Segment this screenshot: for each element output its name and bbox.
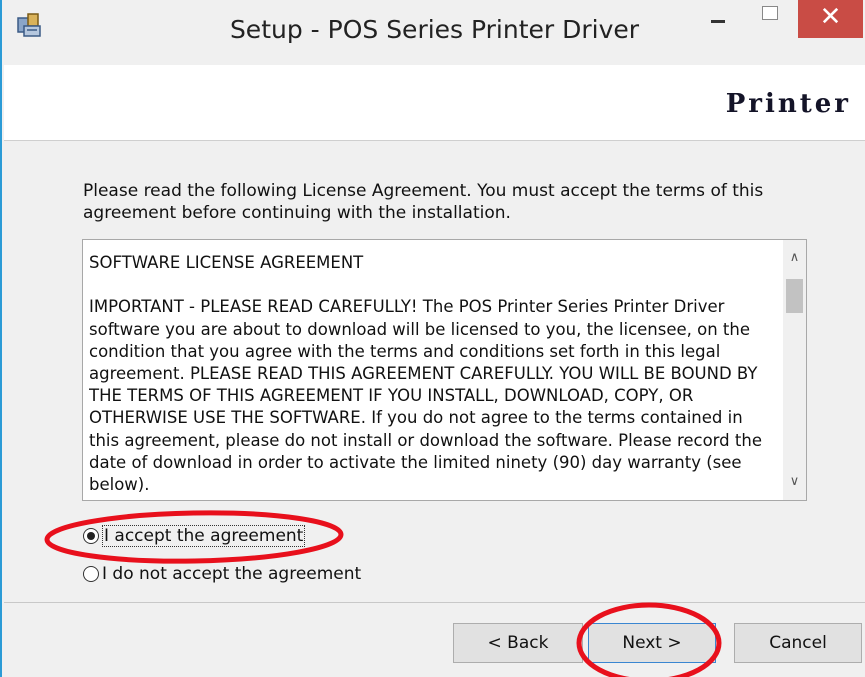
close-icon: ✕ [819, 2, 842, 32]
accept-radio[interactable] [83, 528, 99, 544]
cancel-button[interactable]: Cancel [734, 623, 862, 663]
scroll-down-arrow-icon[interactable]: ∨ [783, 474, 806, 489]
decline-radio[interactable] [83, 566, 99, 582]
title-bar[interactable]: Setup - POS Series Printer Driver ✕ [2, 0, 865, 63]
license-scrollbar[interactable]: ∧ ∨ [783, 240, 806, 500]
decline-label[interactable]: I do not accept the agreement [102, 564, 361, 584]
instructions-text: Please read the following License Agreem… [83, 181, 764, 223]
maximize-button[interactable] [750, 0, 790, 36]
next-button[interactable]: Next > [588, 623, 716, 663]
scroll-up-arrow-icon[interactable]: ∧ [783, 250, 806, 265]
scroll-thumb[interactable] [786, 279, 803, 313]
license-textbox[interactable]: SOFTWARE LICENSE AGREEMENT IMPORTANT - P… [82, 239, 807, 501]
back-button[interactable]: < Back [453, 623, 583, 663]
minimize-button[interactable] [699, 0, 739, 36]
brand-logo-text: Printer [725, 89, 851, 119]
decline-option[interactable]: I do not accept the agreement [83, 562, 361, 586]
setup-window: Setup - POS Series Printer Driver ✕ Prin… [0, 0, 865, 677]
maximize-icon [762, 6, 778, 20]
minimize-icon [711, 20, 725, 23]
footer-divider [4, 602, 865, 603]
close-button[interactable]: ✕ [798, 0, 863, 38]
wizard-header: Printer [4, 65, 865, 141]
accept-label[interactable]: I accept the agreement [102, 525, 306, 547]
license-text: SOFTWARE LICENSE AGREEMENT IMPORTANT - P… [89, 253, 762, 495]
accept-option[interactable]: I accept the agreement [83, 524, 306, 548]
